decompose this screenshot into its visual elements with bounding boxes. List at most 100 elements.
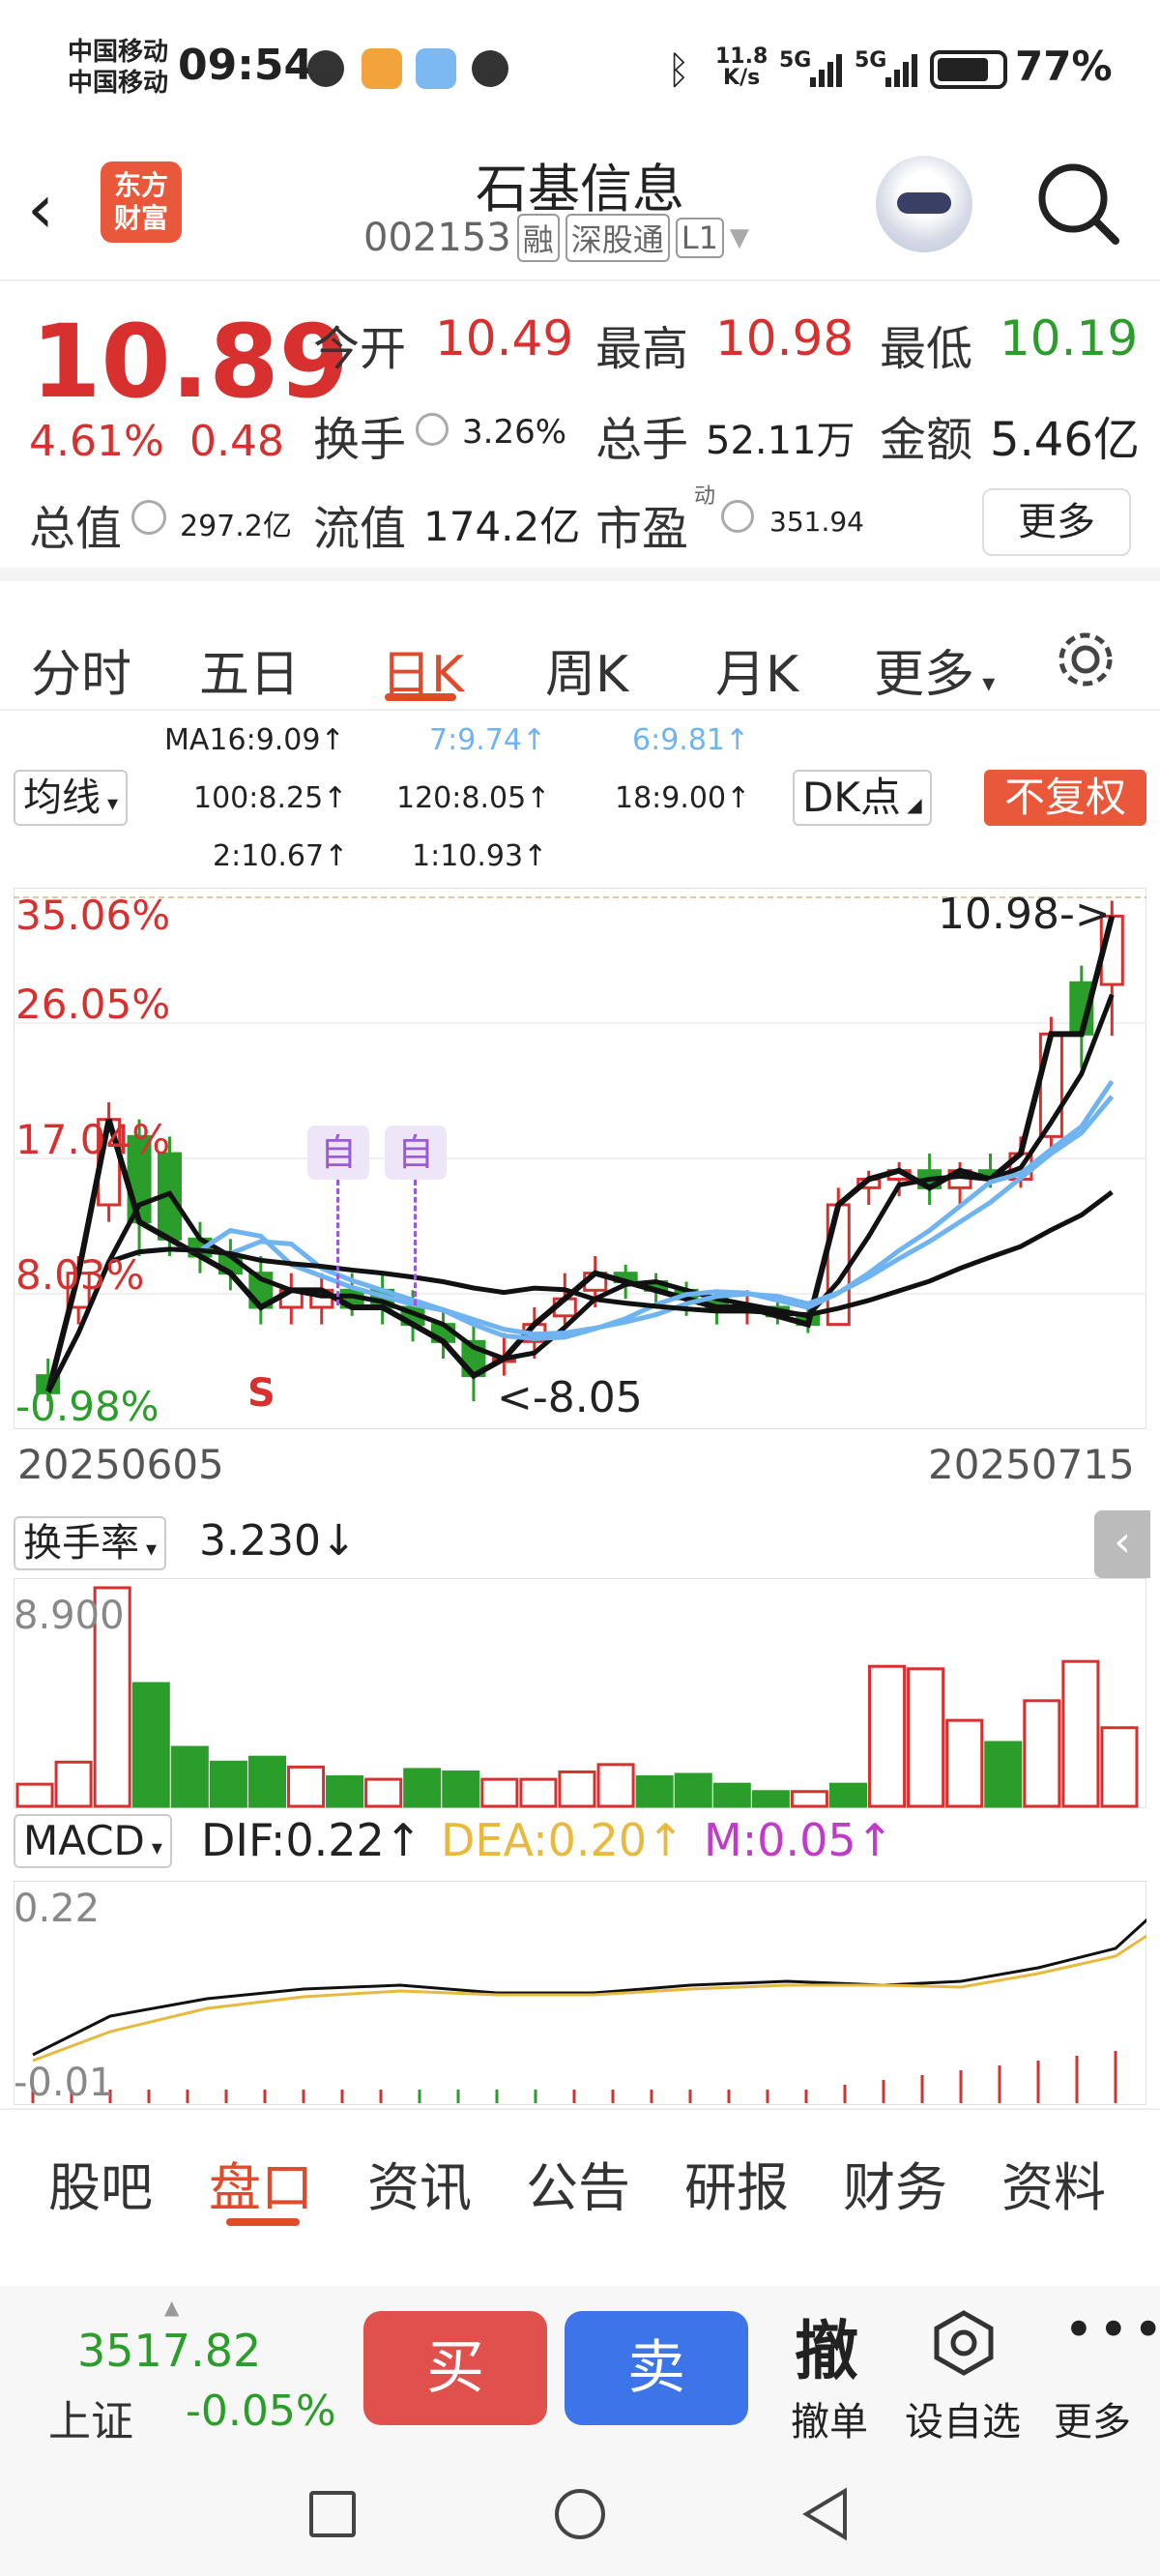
index-name: 上证 — [48, 2397, 133, 2446]
caret-down-icon: ▾ — [144, 1836, 162, 1860]
turnover-bar — [635, 1775, 674, 1808]
tab-five-day[interactable]: 五日 — [199, 633, 300, 706]
turnover-bar — [247, 1755, 286, 1808]
net-speed-unit: K/s — [723, 66, 761, 90]
sell-button[interactable]: 卖 — [565, 2311, 748, 2425]
dk-point-select[interactable]: DK点 ◢ — [793, 770, 932, 826]
pe-value: 351.94 — [769, 506, 864, 538]
system-nav-bar — [0, 2450, 1160, 2576]
signal-5g-2: 5G — [855, 48, 887, 73]
turnover-bar — [674, 1772, 712, 1808]
turnover-chart[interactable]: 8.900 — [13, 1577, 1147, 1809]
quote-panel: 10.89 4.61% 0.48 总值 297.2亿 今开 10.49 最高 1… — [0, 281, 1160, 581]
ma-18: 18:9.00↑ — [615, 781, 751, 815]
recent-apps-icon[interactable] — [309, 2491, 356, 2537]
tab-news[interactable]: 资讯 — [367, 2145, 472, 2221]
carrier-info: 中国移动 中国移动 — [68, 37, 168, 99]
active-tab-indicator — [385, 693, 456, 701]
connect-tag: 深股通 — [565, 214, 670, 262]
level-tag: L1 — [675, 218, 724, 258]
open-label: 今开 — [313, 322, 407, 376]
self-marker-2[interactable]: 自 — [385, 1126, 447, 1180]
ma-100: 100:8.25↑ — [193, 781, 348, 815]
add-watchlist-label[interactable]: 设自选 — [905, 2390, 1021, 2446]
add-watchlist-icon[interactable] — [930, 2309, 998, 2381]
stock-code-row[interactable]: 002153 融 深股通 L1 ▼ — [363, 214, 749, 262]
home-icon[interactable] — [555, 2489, 605, 2539]
change-percent: 4.61% — [29, 417, 164, 466]
tab-research[interactable]: 研报 — [684, 2145, 789, 2221]
tab-finance[interactable]: 财务 — [843, 2145, 947, 2221]
tab-forum[interactable]: 股吧 — [48, 2145, 153, 2221]
turnover-bar — [442, 1770, 480, 1808]
tab-monthly-k[interactable]: 月K — [715, 633, 798, 706]
alarm-icon — [307, 50, 344, 87]
clock: 09:54 — [178, 41, 314, 90]
kline-svg — [13, 887, 1147, 1430]
turnover-bar — [751, 1790, 790, 1808]
y-label-1: 35.06% — [15, 892, 171, 939]
turnover-bar — [326, 1775, 364, 1808]
turnover-bar — [480, 1777, 519, 1808]
carrier-1: 中国移动 — [68, 38, 169, 67]
buy-button[interactable]: 买 — [363, 2311, 547, 2425]
tab-more[interactable]: 更多 ▾ — [874, 633, 995, 706]
search-icon[interactable] — [1034, 160, 1121, 250]
status-bar: 中国移动 中国移动 09:54 ᛒ 11.8 K/s 5G 5G 77% — [0, 0, 1160, 140]
turnover-select[interactable]: 换手率 ▾ — [14, 1516, 167, 1570]
macd-select[interactable]: MACD ▾ — [14, 1814, 172, 1868]
pe-superscript: 动 — [694, 484, 716, 509]
ma-2: 2:10.67↑ — [213, 839, 349, 873]
settings-gear-icon[interactable] — [1054, 628, 1117, 695]
low-value: 10.19 — [1000, 310, 1139, 366]
robot-avatar-icon[interactable] — [876, 156, 972, 252]
turnover-label: 换手 — [313, 413, 407, 467]
tab-orderbook[interactable]: 盘口 — [209, 2145, 313, 2221]
turnover-bar — [868, 1664, 907, 1808]
turnover-bar — [945, 1718, 984, 1808]
turnover-bar — [907, 1667, 945, 1808]
cancel-order-label[interactable]: 撤单 — [791, 2390, 868, 2446]
back-icon[interactable] — [800, 2487, 851, 2545]
info-tab-indicator — [226, 2218, 300, 2226]
more-label[interactable]: 更多 — [1054, 2390, 1131, 2446]
app-notification-icon — [362, 48, 402, 89]
tab-more-label: 更多 — [874, 646, 975, 704]
self-marker-1[interactable]: 自 — [307, 1126, 369, 1180]
tab-profile[interactable]: 资料 — [1001, 2145, 1106, 2221]
more-dots-icon[interactable]: ••• — [1063, 2299, 1160, 2360]
turnover-max-label: 8.900 — [14, 1594, 125, 1638]
expand-up-icon[interactable]: ▲ — [164, 2296, 179, 2319]
ma-16: MA16:9.09↑ — [164, 723, 345, 757]
kline-chart[interactable]: 35.06% 26.05% 17.04% 8.03% -0.98% 10.98-… — [13, 887, 1147, 1430]
sync-icon — [472, 50, 508, 87]
tab-weekly-k[interactable]: 周K — [545, 633, 628, 706]
more-quote-button[interactable]: 更多 — [982, 488, 1131, 556]
turnover-bar — [170, 1745, 209, 1808]
pe-info-icon[interactable] — [721, 500, 754, 533]
ma-select[interactable]: 均线 ▾ — [14, 770, 129, 826]
high-label: 最高 — [595, 322, 689, 376]
macd-chart[interactable]: 0.22 -0.01 — [13, 1880, 1160, 2106]
collapse-panel-icon[interactable]: ‹ — [1094, 1510, 1150, 1578]
margin-tag: 融 — [516, 214, 560, 262]
tab-announcements[interactable]: 公告 — [526, 2145, 630, 2221]
no-adjust-button[interactable]: 不复权 — [984, 770, 1146, 826]
stock-code: 002153 — [363, 216, 511, 260]
turnover-info-icon[interactable] — [416, 413, 449, 446]
ma-7: 7:9.74↑ — [429, 723, 547, 757]
index-value[interactable]: 3517.82 — [77, 2325, 261, 2377]
period-tabs: 分时 五日 日K 周K 月K 更多 ▾ — [0, 595, 1160, 711]
sell-signal-mark: S — [247, 1371, 276, 1416]
signal-bars-icon-2 — [884, 52, 920, 93]
info-icon[interactable] — [131, 500, 166, 535]
battery-fill — [938, 58, 988, 81]
tab-intraday[interactable]: 分时 — [31, 633, 131, 706]
turnover-value: 3.26% — [462, 413, 567, 452]
amount-value: 5.46亿 — [990, 413, 1140, 467]
y-label-5: -0.98% — [15, 1383, 160, 1430]
turnover-bar — [828, 1782, 868, 1808]
high-annotation: 10.98-> — [938, 890, 1111, 939]
turnover-bar — [1023, 1699, 1061, 1808]
cancel-order-icon[interactable]: 撤 — [795, 2299, 858, 2392]
